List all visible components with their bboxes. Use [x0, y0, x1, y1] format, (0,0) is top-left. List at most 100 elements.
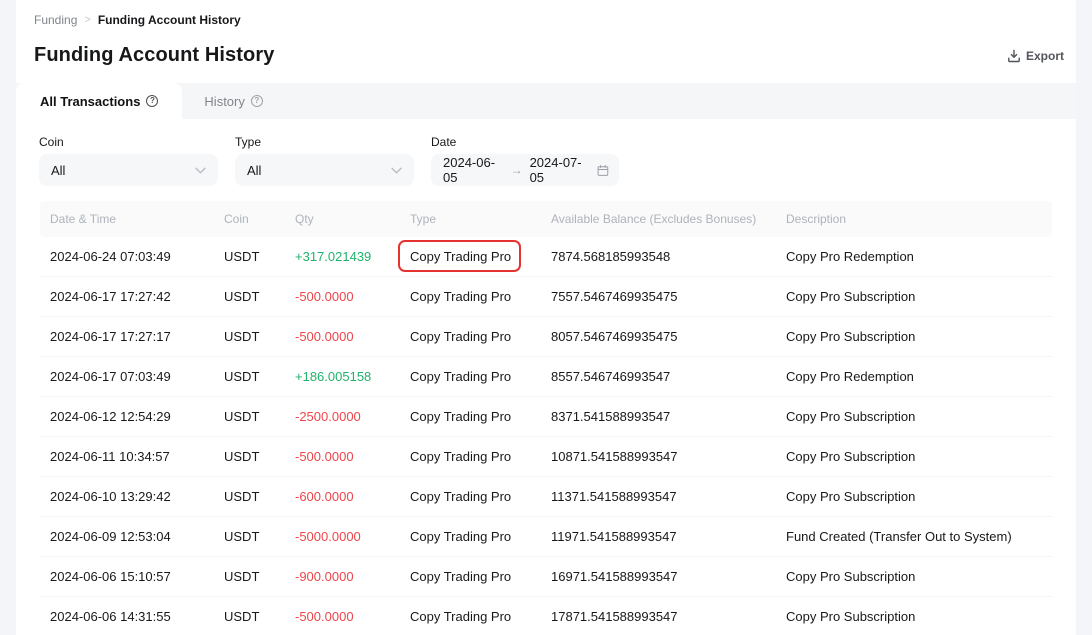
type-value: Copy Trading Pro: [410, 569, 511, 584]
calendar-icon: [597, 164, 609, 177]
export-button[interactable]: Export: [1007, 49, 1064, 63]
cell-type: Copy Trading Pro: [410, 449, 551, 464]
cell-coin: USDT: [224, 569, 295, 584]
cell-datetime: 2024-06-06 14:31:55: [40, 609, 224, 624]
cell-balance: 10871.541588993547: [551, 449, 786, 464]
cell-coin: USDT: [224, 489, 295, 504]
cell-type: Copy Trading Pro: [410, 329, 551, 344]
cell-type: Copy Trading Pro: [410, 529, 551, 544]
breadcrumb-funding-link[interactable]: Funding: [34, 13, 77, 27]
column-header-qty: Qty: [295, 212, 410, 226]
cell-qty: -5000.0000: [295, 529, 410, 544]
table-row: 2024-06-17 07:03:49 USDT +186.005158 Cop…: [40, 357, 1052, 397]
cell-coin: USDT: [224, 289, 295, 304]
cell-balance: 7557.5467469935475: [551, 289, 786, 304]
cell-balance: 8557.546746993547: [551, 369, 786, 384]
tab-history[interactable]: History: [182, 83, 284, 119]
title-row: Funding Account History Export: [16, 44, 1076, 67]
type-select-value: All: [247, 163, 261, 178]
type-filter-label: Type: [235, 135, 414, 150]
cell-balance: 17871.541588993547: [551, 609, 786, 624]
cell-coin: USDT: [224, 409, 295, 424]
cell-description: Copy Pro Subscription: [786, 329, 1052, 344]
cell-coin: USDT: [224, 449, 295, 464]
cell-description: Copy Pro Subscription: [786, 289, 1052, 304]
cell-qty: -500.0000: [295, 609, 410, 624]
type-value: Copy Trading Pro: [410, 289, 511, 304]
table-row: 2024-06-24 07:03:49 USDT +317.021439 Cop…: [40, 237, 1052, 277]
cell-datetime: 2024-06-12 12:54:29: [40, 409, 224, 424]
chevron-down-icon: [195, 167, 206, 174]
cell-description: Fund Created (Transfer Out to System): [786, 529, 1052, 544]
column-header-datetime: Date & Time: [40, 212, 224, 226]
arrow-right-icon: →: [511, 163, 523, 177]
table-row: 2024-06-09 12:53:04 USDT -5000.0000 Copy…: [40, 517, 1052, 557]
cell-coin: USDT: [224, 369, 295, 384]
column-header-description: Description: [786, 212, 1052, 226]
cell-coin: USDT: [224, 329, 295, 344]
cell-datetime: 2024-06-09 12:53:04: [40, 529, 224, 544]
table-row: 2024-06-11 10:34:57 USDT -500.0000 Copy …: [40, 437, 1052, 477]
table-header-row: Date & Time Coin Qty Type Available Bala…: [40, 201, 1052, 237]
cell-type: Copy Trading Pro: [410, 609, 551, 624]
breadcrumb-current: Funding Account History: [98, 13, 241, 27]
cell-datetime: 2024-06-24 07:03:49: [40, 249, 224, 264]
cell-description: Copy Pro Subscription: [786, 449, 1052, 464]
cell-type: Copy Trading Pro: [410, 369, 551, 384]
cell-description: Copy Pro Subscription: [786, 569, 1052, 584]
cell-qty: +186.005158: [295, 369, 410, 384]
page-title: Funding Account History: [34, 44, 274, 67]
tab-bar: All Transactions History: [16, 83, 1076, 119]
cell-balance: 8371.541588993547: [551, 409, 786, 424]
breadcrumb: Funding > Funding Account History: [16, 0, 1076, 27]
cell-datetime: 2024-06-17 17:27:17: [40, 329, 224, 344]
filter-bar: Coin All Type All Date 2024-06-05 → 2024…: [16, 119, 1076, 186]
date-filter-label: Date: [431, 135, 619, 150]
date-start-value: 2024-06-05: [443, 155, 504, 185]
type-value: Copy Trading Pro: [410, 369, 511, 384]
cell-type: Copy Trading Pro: [410, 489, 551, 504]
cell-type: Copy Trading Pro: [410, 289, 551, 304]
cell-coin: USDT: [224, 249, 295, 264]
date-end-value: 2024-07-05: [530, 155, 591, 185]
funding-history-page: Funding > Funding Account History Fundin…: [16, 0, 1076, 635]
help-icon[interactable]: [251, 95, 263, 107]
cell-datetime: 2024-06-11 10:34:57: [40, 449, 224, 464]
cell-qty: -500.0000: [295, 329, 410, 344]
type-filter: Type All: [235, 135, 414, 186]
cell-type: Copy Trading Pro: [410, 249, 551, 264]
coin-select[interactable]: All: [39, 154, 218, 186]
cell-description: Copy Pro Subscription: [786, 409, 1052, 424]
cell-balance: 16971.541588993547: [551, 569, 786, 584]
type-value: Copy Trading Pro: [410, 489, 511, 504]
cell-coin: USDT: [224, 609, 295, 624]
cell-description: Copy Pro Subscription: [786, 489, 1052, 504]
column-header-balance: Available Balance (Excludes Bonuses): [551, 212, 786, 226]
help-icon[interactable]: [146, 95, 158, 107]
tab-all-transactions[interactable]: All Transactions: [16, 83, 182, 119]
column-header-coin: Coin: [224, 212, 295, 226]
cell-qty: -500.0000: [295, 449, 410, 464]
export-label: Export: [1026, 49, 1064, 63]
type-select[interactable]: All: [235, 154, 414, 186]
table-row: 2024-06-10 13:29:42 USDT -600.0000 Copy …: [40, 477, 1052, 517]
type-value: Copy Trading Pro: [410, 449, 511, 464]
date-range-picker[interactable]: 2024-06-05 → 2024-07-05: [431, 154, 619, 186]
cell-description: Copy Pro Redemption: [786, 249, 1052, 264]
tab-all-transactions-label: All Transactions: [40, 94, 140, 109]
table-body: 2024-06-24 07:03:49 USDT +317.021439 Cop…: [16, 237, 1076, 635]
date-filter: Date 2024-06-05 → 2024-07-05: [431, 135, 619, 186]
cell-description: Copy Pro Redemption: [786, 369, 1052, 384]
cell-balance: 11971.541588993547: [551, 529, 786, 544]
cell-qty: -900.0000: [295, 569, 410, 584]
breadcrumb-separator-icon: >: [84, 14, 90, 26]
cell-datetime: 2024-06-10 13:29:42: [40, 489, 224, 504]
type-value: Copy Trading Pro: [410, 529, 511, 544]
table-row: 2024-06-06 14:31:55 USDT -500.0000 Copy …: [40, 597, 1052, 635]
cell-balance: 7874.568185993548: [551, 249, 786, 264]
cell-description: Copy Pro Subscription: [786, 609, 1052, 624]
tab-history-label: History: [204, 94, 244, 109]
cell-type: Copy Trading Pro: [410, 569, 551, 584]
table-row: 2024-06-17 17:27:17 USDT -500.0000 Copy …: [40, 317, 1052, 357]
cell-qty: -2500.0000: [295, 409, 410, 424]
